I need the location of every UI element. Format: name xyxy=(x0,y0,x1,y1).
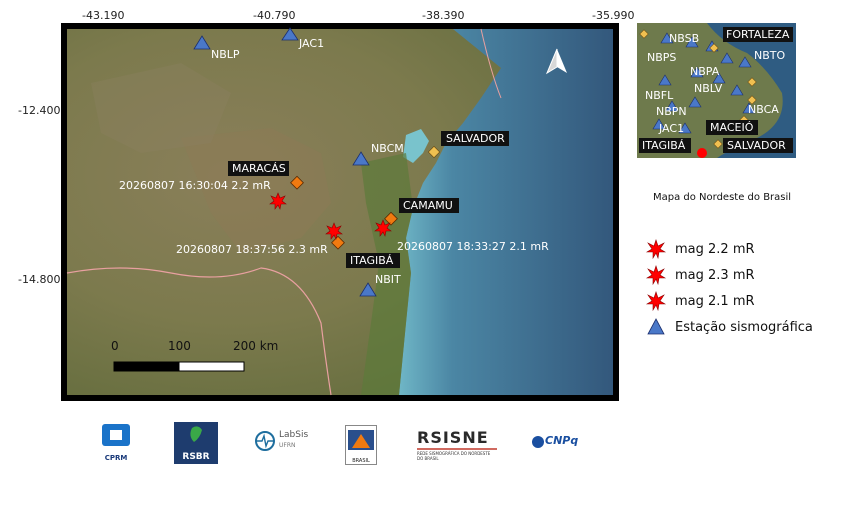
inset-label: NBLV xyxy=(694,82,723,95)
star-burst-icon xyxy=(645,291,667,312)
city-label: ITAGIBÁ xyxy=(350,254,394,267)
inset-label: NBSB xyxy=(669,32,699,45)
station-label: NBIT xyxy=(375,273,401,286)
inset-label: JAC1 xyxy=(658,122,684,135)
inset-label: NBTO xyxy=(754,49,785,62)
legend: mag 2.2 mR mag 2.3 mR mag 2.1 mR Estação… xyxy=(645,236,813,340)
lat-tick: -12.400 xyxy=(18,104,61,117)
legend-label: mag 2.3 mR xyxy=(675,267,755,283)
inset-label: NBCA xyxy=(748,103,779,116)
legend-item: mag 2.1 mR xyxy=(645,288,813,314)
city-label: SALVADOR xyxy=(446,132,505,145)
inset-label: NBPS xyxy=(647,51,676,64)
main-map[interactable]: NBLP JAC1 NBCM NBIT SALVADOR MARACÁS CAM… xyxy=(61,23,619,401)
inset-caption: Mapa do Nordeste do Brasil xyxy=(653,192,792,203)
event-label: 20260807 18:33:27 2.1 mR xyxy=(397,240,549,253)
inset-label: FORTALEZA xyxy=(726,28,790,41)
inset-label: NBFL xyxy=(645,89,674,102)
inset-label: ITAGIBÁ xyxy=(642,139,686,152)
legend-item: mag 2.3 mR xyxy=(645,262,813,288)
station-label: NBLP xyxy=(211,48,240,61)
scale-label: 0 xyxy=(111,339,119,353)
legend-item: mag 2.2 mR xyxy=(645,236,813,262)
lon-tick: -38.390 xyxy=(422,9,465,22)
legend-label: Estação sismográfica xyxy=(675,319,813,335)
inset-label: NBPA xyxy=(690,65,720,78)
lon-tick: -43.190 xyxy=(82,9,125,22)
star-burst-icon xyxy=(645,265,667,286)
logo-cnpq: CNPq xyxy=(531,432,581,456)
triangle-icon xyxy=(647,318,665,335)
scale-label: 100 xyxy=(168,339,191,353)
legend-item: Estação sismográfica xyxy=(645,314,813,340)
lat-tick: -14.800 xyxy=(18,273,61,286)
event-label: 20260807 16:30:04 2.2 mR xyxy=(119,179,271,192)
lon-tick: -40.790 xyxy=(253,9,296,22)
legend-label: mag 2.2 mR xyxy=(675,241,755,257)
city-label: CAMAMU xyxy=(403,199,453,212)
inset-label: NBPN xyxy=(656,105,687,118)
scale-label: 200 km xyxy=(233,339,278,353)
inset-map[interactable]: NBSB FORTALEZA NBPS NBTO NBPA NBLV NBFL … xyxy=(637,23,796,158)
lon-tick: -35.990 xyxy=(592,9,635,22)
city-label: MARACÁS xyxy=(232,162,286,175)
station-label: JAC1 xyxy=(298,37,324,50)
inset-label: SALVADOR xyxy=(727,139,786,152)
logo-cprm: CPRM xyxy=(98,422,134,464)
event-label: 20260807 18:37:56 2.3 mR xyxy=(176,243,328,256)
logo-rsbr: RSBR xyxy=(174,422,218,464)
star-burst-icon xyxy=(645,239,667,260)
logo-labsis: LabSis UFRN xyxy=(254,428,314,458)
legend-label: mag 2.1 mR xyxy=(675,293,755,309)
logo-rsisne: RSISNE REDE SISMOGRÁFICA DO NORDESTE DO … xyxy=(417,428,497,461)
station-label: NBCM xyxy=(371,142,404,155)
inset-label: MACEIÓ xyxy=(710,121,754,134)
logo-brasil: BRASIL xyxy=(345,425,377,465)
